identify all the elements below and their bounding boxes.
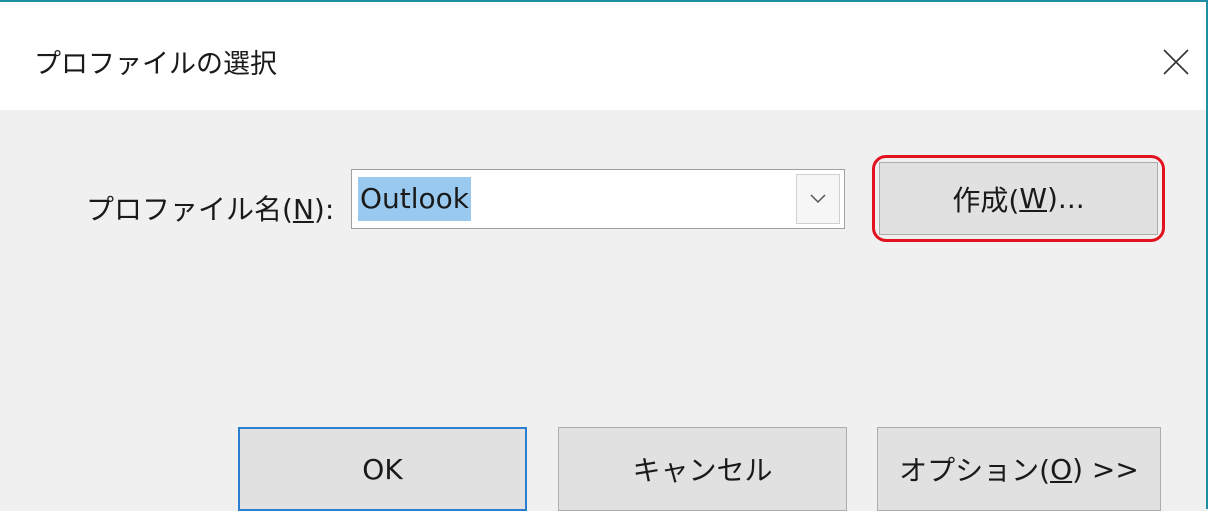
create-button[interactable]: 作成(W)... [879, 162, 1158, 235]
dialog-title: プロファイルの選択 [34, 49, 277, 80]
profile-name-value: Outlook [358, 177, 472, 221]
close-icon [1163, 49, 1189, 75]
profile-name-label: プロファイル名(N): [86, 193, 335, 226]
ok-button[interactable]: OK [238, 427, 527, 511]
close-button[interactable] [1146, 32, 1206, 92]
dropdown-button[interactable] [796, 174, 840, 224]
options-button[interactable]: オプション(O) >> [877, 427, 1161, 511]
cancel-button[interactable]: キャンセル [558, 427, 847, 511]
title-bar: プロファイルの選択 [0, 2, 1206, 110]
profile-select-dialog: プロファイルの選択 プロファイル名(N): Outlook 作成(W)... O… [0, 0, 1208, 511]
chevron-down-icon [810, 194, 826, 204]
profile-name-combobox[interactable]: Outlook [351, 169, 845, 229]
